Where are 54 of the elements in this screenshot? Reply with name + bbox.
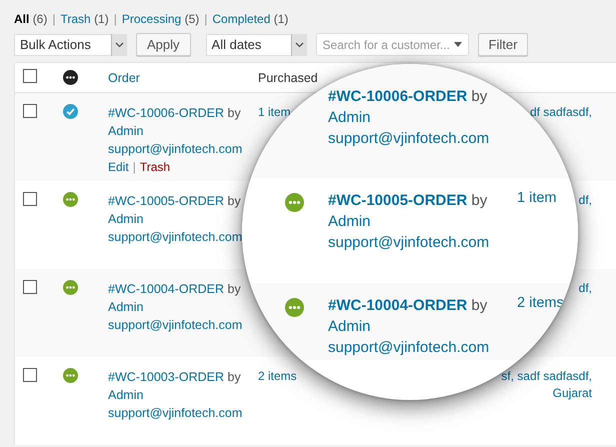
order-column-header[interactable]: Order: [108, 71, 140, 85]
bulk-actions-select[interactable]: Bulk Actions: [14, 34, 127, 56]
address-text: Gujarat: [552, 385, 592, 402]
checkbox[interactable]: [23, 69, 37, 83]
checkbox[interactable]: [23, 280, 37, 294]
edit-link[interactable]: Edit: [108, 158, 129, 176]
checkbox[interactable]: [23, 104, 37, 118]
email-link[interactable]: support@vjinfotech.com: [108, 316, 242, 334]
address-text: sf, sadf sadfasdf,: [501, 368, 592, 385]
items-link[interactable]: 2 items: [258, 369, 297, 383]
customer-link[interactable]: Admin: [328, 107, 371, 128]
email-link[interactable]: support@vjinfotech.com: [108, 228, 242, 246]
customer-search-field[interactable]: Search for a customer...: [316, 33, 469, 56]
customer-link[interactable]: Admin: [108, 386, 144, 404]
order-title: #WC-10005-ORDER by: [328, 191, 488, 211]
filter-button[interactable]: Filter: [478, 33, 528, 56]
email-link[interactable]: support@vjinfotech.com: [328, 337, 490, 358]
trash-link[interactable]: Trash: [140, 158, 170, 176]
more-dots-icon: [63, 70, 78, 85]
order-title: #WC-10006-ORDER by: [108, 105, 241, 122]
date-select[interactable]: All dates: [206, 34, 307, 56]
purchased-column-header: Purchased: [258, 71, 318, 85]
address-text: df sadfasdf,: [530, 104, 592, 121]
address-text: df,: [578, 280, 592, 297]
checkbox[interactable]: [23, 368, 37, 382]
customer-link[interactable]: Admin: [108, 122, 144, 140]
items-link[interactable]: 1 item: [517, 190, 556, 206]
separator: |: [52, 12, 56, 26]
separator: |: [204, 12, 208, 26]
status-filter-link[interactable]: Trash (1): [60, 12, 109, 26]
email-link[interactable]: support@vjinfotech.com: [108, 140, 242, 158]
items-link[interactable]: 2 items: [517, 295, 564, 311]
email-link[interactable]: support@vjinfotech.com: [328, 232, 490, 253]
items-link[interactable]: 1 item: [258, 105, 291, 119]
customer-link[interactable]: Admin: [108, 298, 144, 316]
separator: |: [132, 159, 136, 176]
checkbox[interactable]: [23, 192, 37, 206]
caret-icon: [454, 42, 462, 47]
email-link[interactable]: support@vjinfotech.com: [108, 404, 242, 422]
order-title: #WC-10004-ORDER by: [328, 296, 488, 316]
separator: |: [114, 12, 117, 26]
apply-button[interactable]: Apply: [136, 33, 191, 56]
order-title: #WC-10006-ORDER by: [328, 87, 488, 107]
email-link[interactable]: support@vjinfotech.com: [328, 128, 490, 149]
status-filter-link[interactable]: All (6): [14, 12, 48, 26]
customer-link[interactable]: Admin: [328, 316, 371, 337]
address-text: df,: [578, 192, 592, 209]
status-filter-link[interactable]: Completed (1): [212, 12, 288, 26]
customer-link[interactable]: Admin: [328, 211, 371, 232]
order-title: #WC-10003-ORDER by: [108, 369, 241, 386]
order-title: #WC-10005-ORDER by: [108, 193, 241, 210]
customer-link[interactable]: Admin: [108, 210, 144, 228]
order-title: #WC-10004-ORDER by: [108, 281, 241, 298]
status-filter-link[interactable]: Processing (5): [122, 12, 200, 26]
